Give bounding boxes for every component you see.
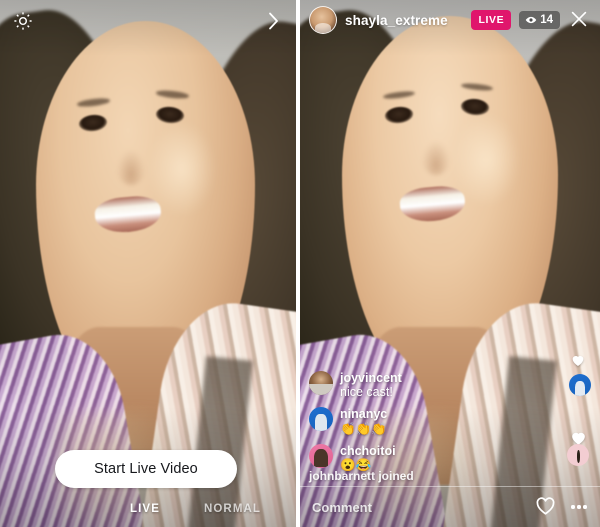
comment-text: nice cast!: [340, 385, 393, 400]
mode-tab-live[interactable]: LIVE: [130, 503, 160, 515]
eye-left: [78, 113, 109, 133]
live-broadcast-panel: shayla_extreme LIVE 14 joyvincent nice c…: [300, 0, 600, 527]
chevron-right-icon[interactable]: [260, 6, 286, 36]
mouth: [93, 193, 162, 235]
comment-username[interactable]: ninanyc: [340, 407, 387, 422]
list-item: joyvincent nice cast!: [309, 370, 549, 401]
eyebrow-right: [460, 82, 494, 93]
viewer-count-badge[interactable]: 14: [519, 11, 560, 29]
eye-icon: [525, 15, 537, 25]
comment-input[interactable]: Comment: [312, 500, 524, 515]
broadcaster-username[interactable]: shayla_extreme: [345, 13, 463, 28]
nose: [421, 141, 450, 176]
floating-viewer-avatar: [569, 374, 591, 396]
comment-username[interactable]: joyvincent: [340, 371, 402, 386]
start-live-video-label: Start Live Video: [94, 461, 198, 477]
status-badge-live[interactable]: LIVE: [471, 10, 512, 30]
screenshot-root: Start Live Video LIVE NORMAL BOOM: [0, 0, 600, 527]
mouth: [398, 183, 467, 224]
camera-preview: [0, 0, 296, 527]
more-options-icon[interactable]: [568, 496, 590, 518]
eyebrow-right: [155, 89, 190, 100]
eyebrow-left: [76, 97, 111, 108]
floating-viewer-avatar: [567, 444, 589, 466]
close-icon[interactable]: [568, 8, 592, 32]
mode-tab-normal[interactable]: NORMAL: [204, 503, 261, 515]
cheek-highlight: [149, 122, 216, 217]
heart-icon[interactable]: [534, 495, 558, 519]
avatar[interactable]: [309, 6, 337, 34]
gear-icon[interactable]: [10, 8, 36, 34]
list-item: ninanyc 👏👏👏: [309, 407, 549, 437]
comment-text: 👏👏👏: [340, 421, 387, 436]
floating-heart-icon: [570, 352, 586, 368]
broadcast-header: shayla_extreme LIVE 14: [300, 0, 600, 40]
avatar[interactable]: [309, 407, 333, 431]
comment-username[interactable]: chchoitoi: [340, 444, 396, 459]
viewer-count-value: 14: [540, 14, 553, 26]
eyebrow-left: [382, 89, 416, 101]
cheek-highlight: [454, 114, 520, 206]
avatar[interactable]: [309, 443, 333, 468]
join-notice: johnbarnett joined: [309, 469, 414, 483]
nose: [116, 149, 146, 185]
eye-left: [384, 105, 415, 125]
live-camera-panel: Start Live Video LIVE NORMAL BOOM: [0, 0, 296, 527]
camera-mode-tabs: LIVE NORMAL BOOM: [0, 497, 296, 521]
start-live-video-button[interactable]: Start Live Video: [55, 450, 237, 488]
avatar[interactable]: [309, 370, 333, 395]
comment-list: joyvincent nice cast! ninanyc 👏👏👏 chchoi…: [300, 370, 549, 474]
comment-composer: Comment: [300, 486, 600, 527]
